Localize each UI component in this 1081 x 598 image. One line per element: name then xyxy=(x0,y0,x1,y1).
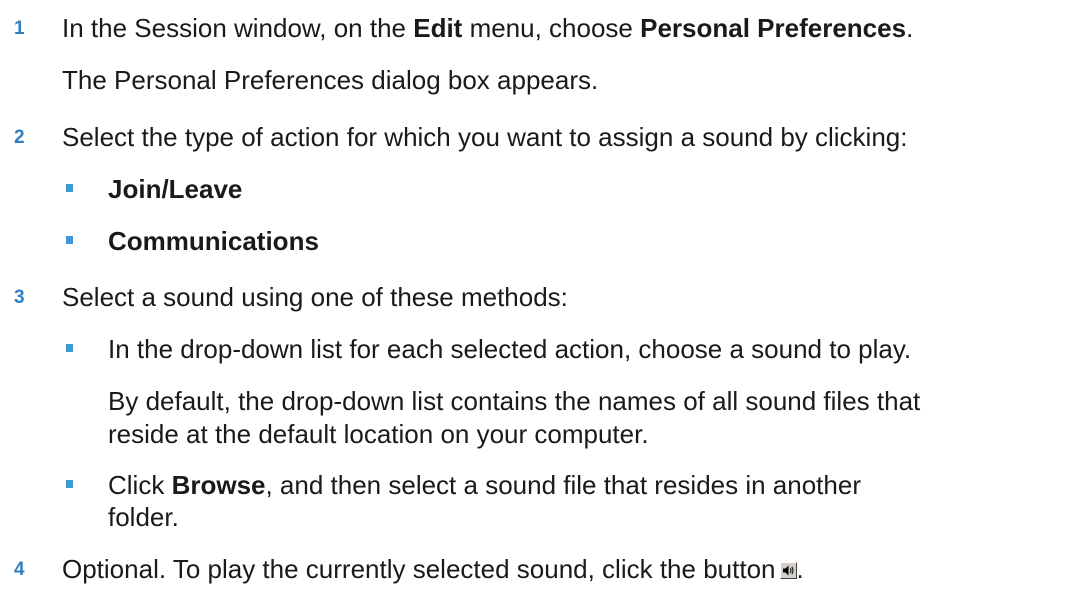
speaker-icon xyxy=(779,562,797,579)
step-4-body: Optional. To play the currently selected… xyxy=(62,554,776,584)
step-1-pre: In the Session window, on the xyxy=(62,13,414,43)
step-3-bullet-1-note-line-2: reside at the default location on your c… xyxy=(108,419,649,449)
step-3-bullet-1-note-line-1: By default, the drop-down list contains … xyxy=(108,386,921,416)
step-4-text: Optional. To play the currently selected… xyxy=(62,554,804,584)
step-3-bullet-2: Click Browse, and then select a sound fi… xyxy=(108,470,861,500)
bullet-marker xyxy=(66,344,73,352)
bullet-communications: Communications xyxy=(108,226,319,256)
step-1-post: . xyxy=(906,13,914,43)
bullet-marker xyxy=(66,184,73,192)
bullet-marker xyxy=(66,236,73,244)
step-1-text: In the Session window, on the Edit menu,… xyxy=(62,13,913,43)
step-1-note: The Personal Preferences dialog box appe… xyxy=(62,65,599,95)
step-number-4: 4 xyxy=(14,559,25,580)
step-3-bullet-2-pre: Click xyxy=(108,470,172,500)
browse-label: Browse xyxy=(171,470,266,500)
step-2-text: Select the type of action for which you … xyxy=(62,122,908,152)
step-3-bullet-2-line-2: folder. xyxy=(108,502,179,532)
step-4-end: . xyxy=(796,554,804,584)
bullet-marker xyxy=(66,480,73,488)
personal-preferences-label: Personal Preferences xyxy=(640,13,907,43)
edit-menu-label: Edit xyxy=(413,13,463,43)
step-1-mid: menu, choose xyxy=(462,13,641,43)
step-3-text: Select a sound using one of these method… xyxy=(62,282,568,312)
step-number-1: 1 xyxy=(14,18,25,39)
step-number-3: 3 xyxy=(14,287,25,308)
bullet-join-leave: Join/Leave xyxy=(108,174,243,204)
step-3-bullet-1: In the drop-down list for each selected … xyxy=(108,334,912,364)
step-number-2: 2 xyxy=(14,127,25,148)
step-3-bullet-2-post: , and then select a sound file that resi… xyxy=(265,470,861,500)
